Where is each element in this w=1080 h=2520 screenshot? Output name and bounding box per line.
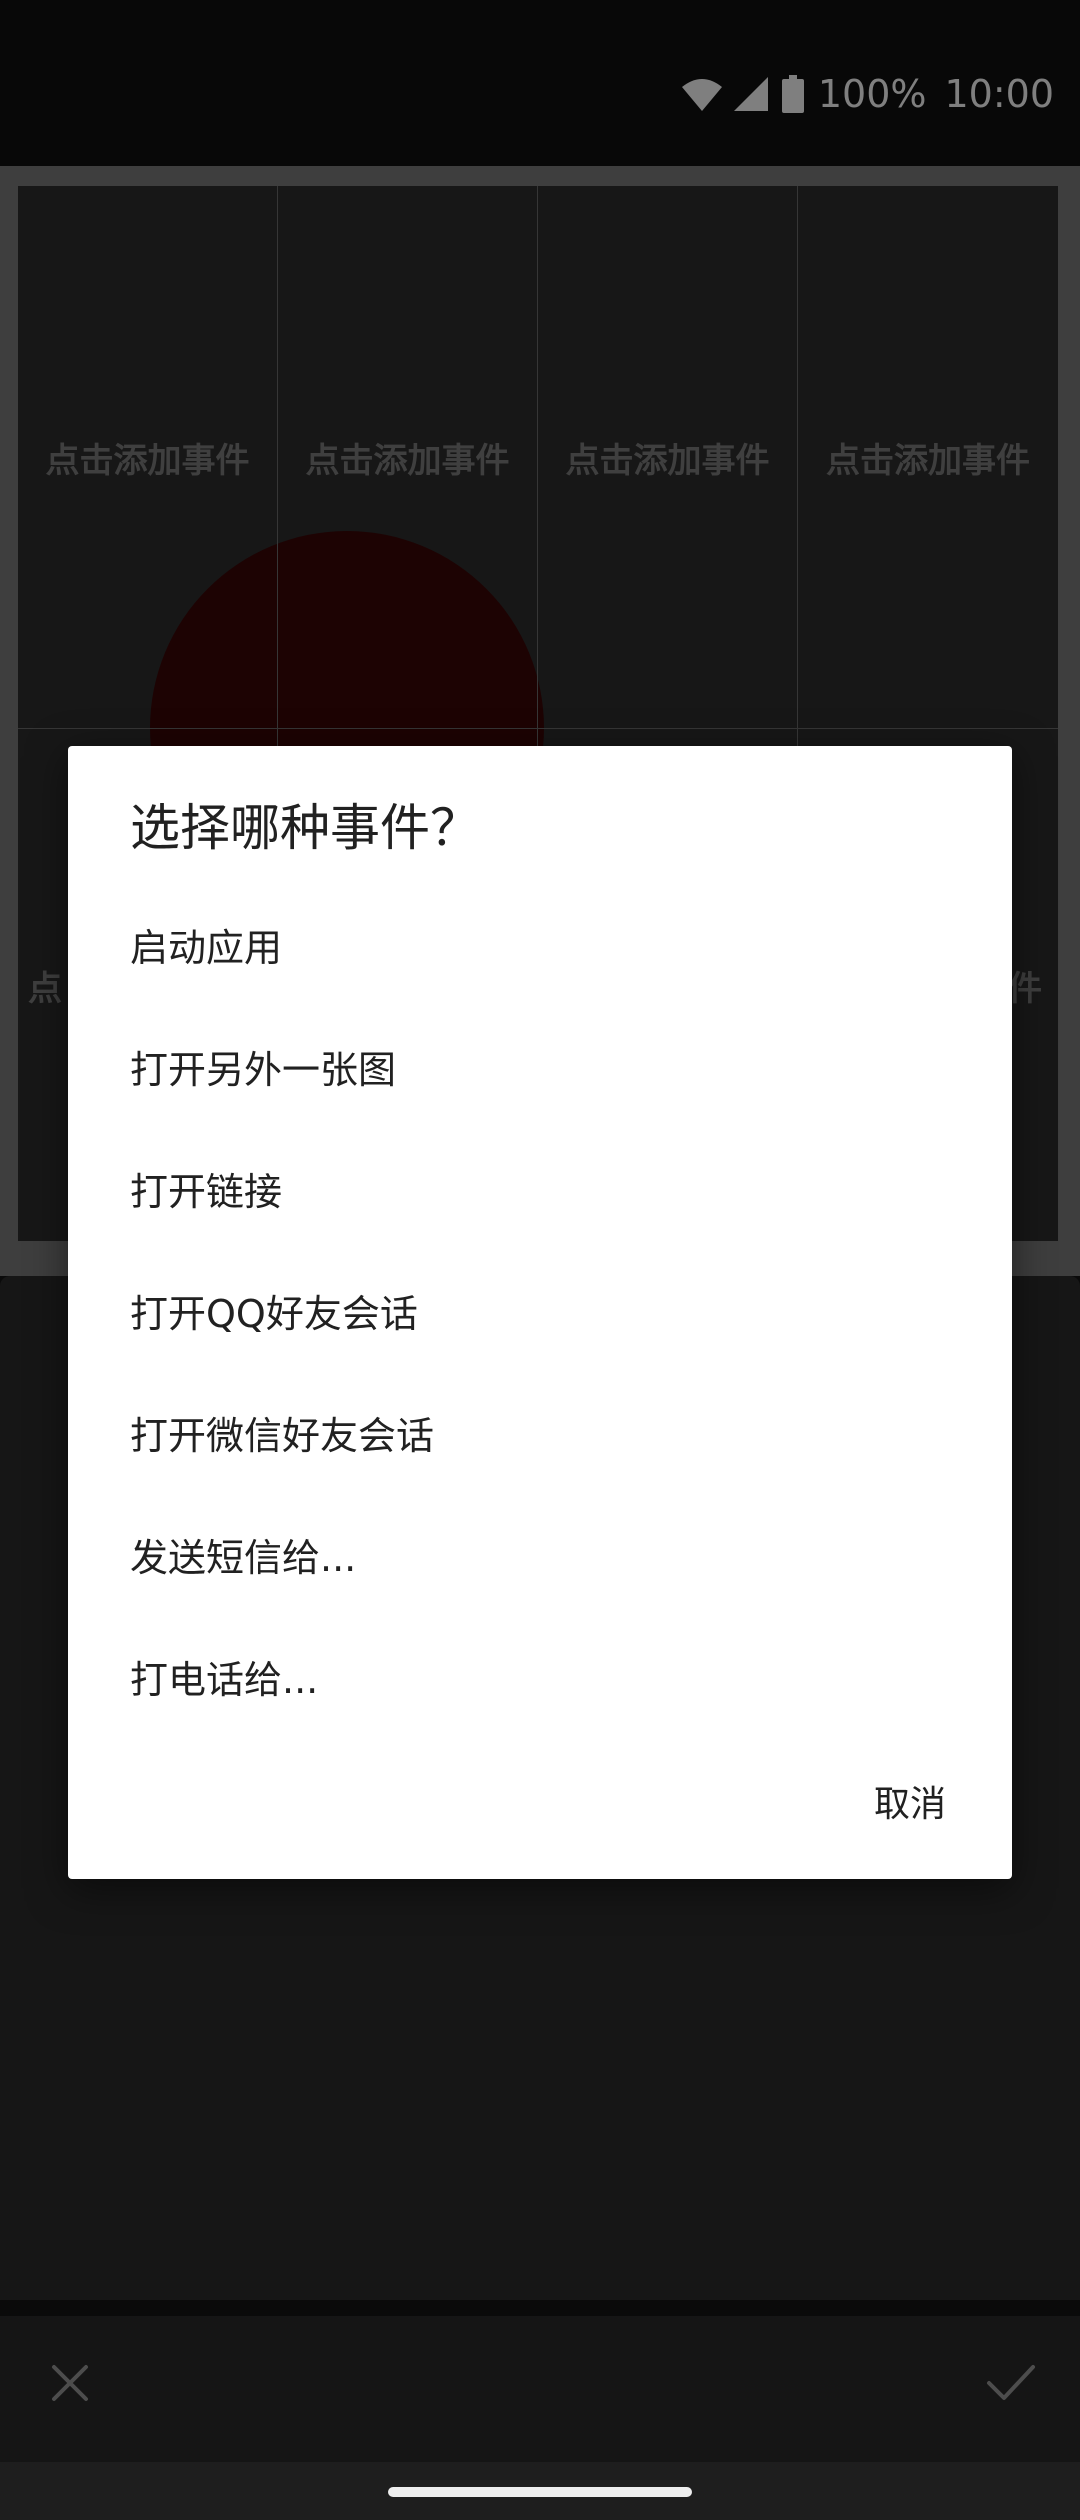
option-make-call[interactable]: 打电话给... (68, 1615, 1012, 1737)
option-open-link[interactable]: 打开链接 (68, 1127, 1012, 1249)
option-send-sms[interactable]: 发送短信给... (68, 1493, 1012, 1615)
event-type-dialog: 选择哪种事件？ 启动应用 打开另外一张图 打开链接 打开QQ好友会话 打开微信好… (68, 746, 1012, 1879)
dialog-title: 选择哪种事件？ (130, 799, 480, 857)
screen: 100% 10:00 点击添加事件 点击添加事件 点击添加事件 点击添加事件 点… (0, 0, 1080, 2520)
option-launch-app[interactable]: 启动应用 (68, 883, 1012, 1005)
option-open-wechat-chat[interactable]: 打开微信好友会话 (68, 1371, 1012, 1493)
cancel-button[interactable]: 取消 (862, 1756, 958, 1846)
home-gesture-handle[interactable] (388, 2487, 692, 2497)
option-open-another-image[interactable]: 打开另外一张图 (68, 1005, 1012, 1127)
option-open-qq-chat[interactable]: 打开QQ好友会话 (68, 1249, 1012, 1371)
